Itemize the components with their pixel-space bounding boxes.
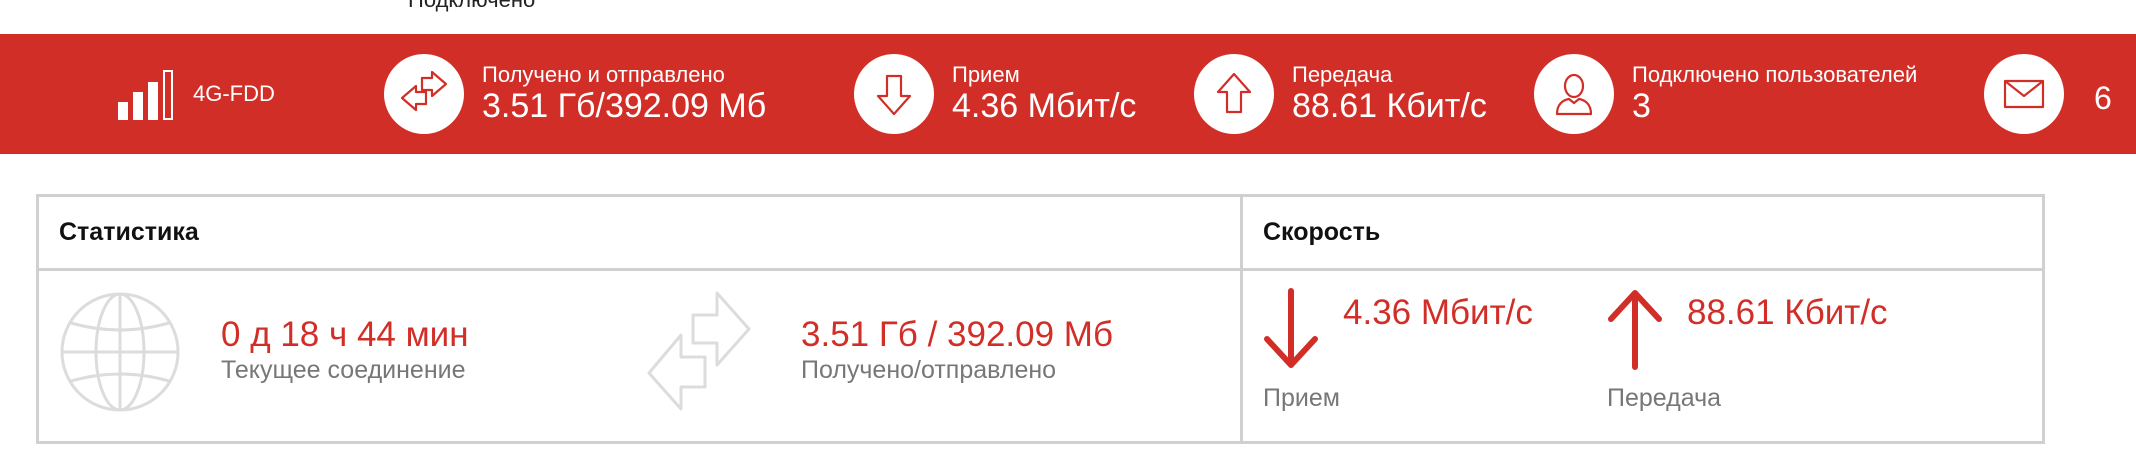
traffic-label: Получено/отправлено xyxy=(801,356,1057,384)
network-indicator: 4G-FDD xyxy=(118,64,275,124)
statistics-title: Статистика xyxy=(39,197,1240,271)
connected-users-value: 3 xyxy=(1632,87,1651,125)
download-arrow-icon xyxy=(854,54,934,134)
received-sent-value: 3.51 Гб/392.09 Мб xyxy=(482,87,767,125)
connection-status: Подключено xyxy=(408,0,535,12)
connected-users-stat[interactable]: Подключено пользователей 3 xyxy=(1534,54,1918,134)
status-bar: 4G-FDD Получено и отправлено 3.51 Гб/392… xyxy=(0,34,2136,154)
speed-download-value: 4.36 Мбит/с xyxy=(1343,293,1533,332)
speed-panel: Скорость 4.36 Мбит/с Прием 88.61 Кбит/с … xyxy=(1240,194,2045,444)
network-type: 4G-FDD xyxy=(193,81,275,106)
uptime-value: 0 д 18 ч 44 мин xyxy=(221,315,469,354)
speed-upload-value: 88.61 Кбит/с xyxy=(1687,293,1888,332)
transfer-icon xyxy=(384,54,464,134)
speed-download-label: Прием xyxy=(1263,384,1340,412)
user-icon xyxy=(1534,54,1614,134)
envelope-icon xyxy=(1984,54,2064,134)
download-value: 4.36 Мбит/с xyxy=(952,87,1137,125)
speed-upload-label: Передача xyxy=(1607,384,1722,412)
connected-users-label: Подключено пользователей xyxy=(1632,62,1918,87)
upload-label: Передача xyxy=(1292,62,1393,87)
upload-arrow-icon xyxy=(1194,54,1274,134)
traffic-value: 3.51 Гб / 392.09 Мб xyxy=(801,315,1113,354)
download-red-arrow-icon xyxy=(1261,287,1321,376)
statistics-panel: Статистика 0 д 18 ч 44 мин Текущее соеди… xyxy=(36,194,1243,444)
globe-icon xyxy=(59,291,181,418)
upload-red-arrow-icon xyxy=(1605,287,1665,376)
download-label: Прием xyxy=(952,62,1020,87)
messages-count: 6 xyxy=(2094,80,2112,116)
speed-title: Скорость xyxy=(1243,197,2042,271)
uptime-label: Текущее соединение xyxy=(221,356,466,384)
signal-strength-icon xyxy=(118,68,173,120)
messages-button[interactable] xyxy=(1984,54,2082,134)
upload-stat[interactable]: Передача 88.61 Кбит/с xyxy=(1194,54,1487,134)
upload-value: 88.61 Кбит/с xyxy=(1292,87,1487,125)
download-stat[interactable]: Прием 4.36 Мбит/с xyxy=(854,54,1137,134)
received-sent-label: Получено и отправлено xyxy=(482,62,725,87)
transfer-outline-icon xyxy=(639,289,759,418)
received-sent-stat[interactable]: Получено и отправлено 3.51 Гб/392.09 Мб xyxy=(384,54,767,134)
